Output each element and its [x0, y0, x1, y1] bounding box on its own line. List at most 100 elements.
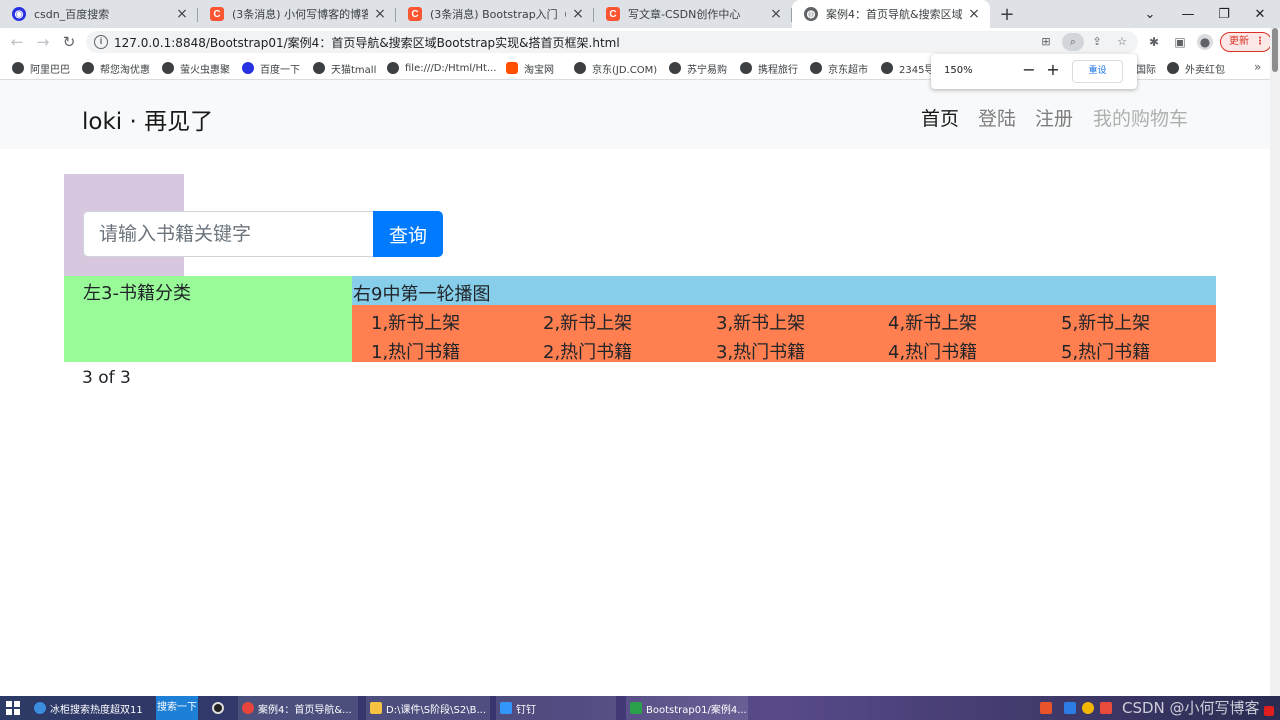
new-book-item[interactable]: 3,新书上架 [716, 309, 805, 335]
bookmark-item[interactable]: 京东超市 [810, 60, 868, 76]
windows-start-icon[interactable] [6, 701, 20, 715]
bookmark-label: 淘宝网 [524, 64, 554, 76]
browser-toolbar: ← → ↻ i 127.0.0.1:8848/Bootstrap01/案例4：首… [0, 28, 1280, 56]
taskbar-label: 冰柜搜索热度超双11 [50, 704, 143, 716]
taskbar-search-button[interactable]: 搜索一下 [156, 696, 198, 720]
chrome-icon [242, 702, 254, 714]
tab-strip: ◉ csdn_百度搜索 × C (3条消息) 小何写博客的博客_CSDN × C… [0, 0, 1280, 28]
hot-book-item[interactable]: 2,热门书籍 [543, 338, 632, 364]
new-book-item[interactable]: 1,新书上架 [371, 309, 460, 335]
taskbar-ie-news[interactable]: 冰柜搜索热度超双11 [30, 696, 143, 720]
bookmark-star-icon[interactable]: ☆ [1114, 34, 1130, 50]
close-icon[interactable]: × [372, 6, 388, 22]
site-brand[interactable]: loki · 再见了 [82, 102, 213, 136]
bookmark-item[interactable]: 百度一下 [242, 60, 300, 76]
restore-icon[interactable]: ❐ [1206, 0, 1242, 28]
translate-icon[interactable]: ⊞ [1038, 34, 1054, 50]
globe-icon [669, 62, 681, 74]
bookmark-item[interactable]: 2345导 [881, 60, 934, 76]
close-icon[interactable]: × [570, 6, 586, 22]
taskbar-label: 钉钉 [516, 704, 536, 716]
vertical-scrollbar[interactable] [1270, 28, 1280, 696]
site-info-icon[interactable]: i [94, 35, 108, 49]
notification-badge-icon[interactable] [1264, 706, 1274, 716]
nav-link-register[interactable]: 注册 [1035, 104, 1073, 131]
side-panel-icon[interactable]: ▣ [1172, 34, 1188, 50]
globe-icon [574, 62, 586, 74]
update-button[interactable]: 更新 ⋮ [1220, 32, 1272, 52]
browser-tab-2[interactable]: C (3条消息) 小何写博客的博客_CSDN × [198, 0, 396, 28]
share-icon[interactable]: ⇪ [1089, 34, 1105, 50]
url-text[interactable]: 127.0.0.1:8848/Bootstrap01/案例4：首页导航&搜索区域… [114, 34, 620, 51]
baidu-icon: ◉ [12, 7, 26, 21]
bookmark-label: 外卖红包 [1185, 64, 1225, 76]
scrollbar-thumb[interactable] [1272, 28, 1278, 72]
csdn-icon: C [408, 7, 422, 21]
tray-app-icon[interactable] [1040, 702, 1052, 714]
address-bar[interactable]: i 127.0.0.1:8848/Bootstrap01/案例4：首页导航&搜索… [86, 31, 1138, 53]
csdn-icon: C [210, 7, 224, 21]
bookmark-item[interactable]: 萤火虫惠聚 [162, 60, 230, 76]
bookmark-item[interactable]: 淘宝网 [506, 60, 554, 76]
hot-book-item[interactable]: 5,热门书籍 [1061, 338, 1150, 364]
zoom-magnifier-icon[interactable]: ⌕ [1062, 33, 1084, 51]
media-player-icon [212, 702, 224, 714]
bookmark-item[interactable]: 天猫tmall [313, 60, 376, 76]
globe-icon [1167, 62, 1179, 74]
bookmarks-overflow-icon[interactable]: » [1254, 60, 1261, 74]
close-icon[interactable]: × [768, 6, 784, 22]
book-search-input[interactable] [83, 211, 375, 257]
hot-book-item[interactable]: 4,热门书籍 [888, 338, 977, 364]
close-icon[interactable]: × [966, 6, 982, 22]
nav-link-login[interactable]: 登陆 [978, 104, 1016, 131]
hot-book-item[interactable]: 3,热门书籍 [716, 338, 805, 364]
nav-link-home[interactable]: 首页 [921, 104, 959, 131]
forward-arrow-icon[interactable]: → [33, 32, 53, 52]
taskbar-chrome[interactable]: 案例4：首页导航&... [238, 696, 358, 720]
globe-icon [12, 62, 24, 74]
taskbar-media-icon-wrap[interactable] [208, 696, 228, 720]
browser-tab-3[interactable]: C (3条消息) Bootstrap入门（一） × [396, 0, 594, 28]
tray-app-icon[interactable] [1082, 702, 1094, 714]
profile-avatar-icon[interactable]: ● [1197, 34, 1213, 50]
search-button[interactable]: 查询 [373, 211, 443, 257]
tray-app-icon[interactable] [1100, 702, 1112, 714]
globe-icon: ◍ [804, 7, 818, 21]
bookmark-item[interactable]: 携程旅行 [740, 60, 798, 76]
bookmark-item[interactable]: 外卖红包 [1167, 60, 1225, 76]
window-close-icon[interactable]: ✕ [1242, 0, 1278, 28]
minimize-icon[interactable]: — [1170, 0, 1206, 28]
reload-icon[interactable]: ↻ [59, 32, 79, 52]
zoom-popup: 150% − + 重设 [931, 54, 1137, 89]
new-book-item[interactable]: 2,新书上架 [543, 309, 632, 335]
extensions-puzzle-icon[interactable]: ✱ [1146, 34, 1162, 50]
hot-book-item[interactable]: 1,热门书籍 [371, 338, 460, 364]
update-label: 更新 [1229, 36, 1249, 47]
bookmark-item[interactable]: file:///D:/Html/Ht... [387, 60, 496, 76]
bookmark-item[interactable]: 国际 [1136, 60, 1156, 76]
bookmark-label: 京东超市 [828, 64, 868, 76]
tab-search-chevron-icon[interactable]: ⌄ [1132, 0, 1168, 28]
zoom-reset-button[interactable]: 重设 [1072, 60, 1123, 83]
taskbar-dingtalk[interactable]: 钉钉 [496, 696, 616, 720]
bookmark-label: file:///D:/Html/Ht... [405, 62, 497, 74]
new-book-item[interactable]: 4,新书上架 [888, 309, 977, 335]
taskbar-explorer[interactable]: D:\课件\S阶段\S2\B... [366, 696, 490, 720]
zoom-in-button[interactable]: + [1043, 60, 1063, 80]
bookmark-item[interactable]: 京东(JD.COM) [574, 60, 657, 76]
bookmark-item[interactable]: 苏宁易购 [669, 60, 727, 76]
bookmark-label: 国际 [1136, 64, 1156, 76]
bookmark-item[interactable]: 帮您淘优惠 [82, 60, 150, 76]
zoom-out-button[interactable]: − [1019, 60, 1039, 80]
browser-tab-4[interactable]: C 写文章-CSDN创作中心 × [594, 0, 792, 28]
bookmark-item[interactable]: 阿里巴巴 [12, 60, 70, 76]
browser-tab-1[interactable]: ◉ csdn_百度搜索 × [0, 0, 198, 28]
bookmark-label: 苏宁易购 [687, 64, 727, 76]
new-book-item[interactable]: 5,新书上架 [1061, 309, 1150, 335]
browser-tab-5-active[interactable]: ◍ 案例4：首页导航&搜索区域Boo × [792, 0, 990, 28]
taskbar-hbuilder[interactable]: Bootstrap01/案例4... [626, 696, 748, 720]
close-icon[interactable]: × [174, 6, 190, 22]
new-tab-button[interactable]: + [990, 0, 1024, 28]
back-arrow-icon[interactable]: ← [7, 32, 27, 52]
tray-app-icon[interactable] [1064, 702, 1076, 714]
